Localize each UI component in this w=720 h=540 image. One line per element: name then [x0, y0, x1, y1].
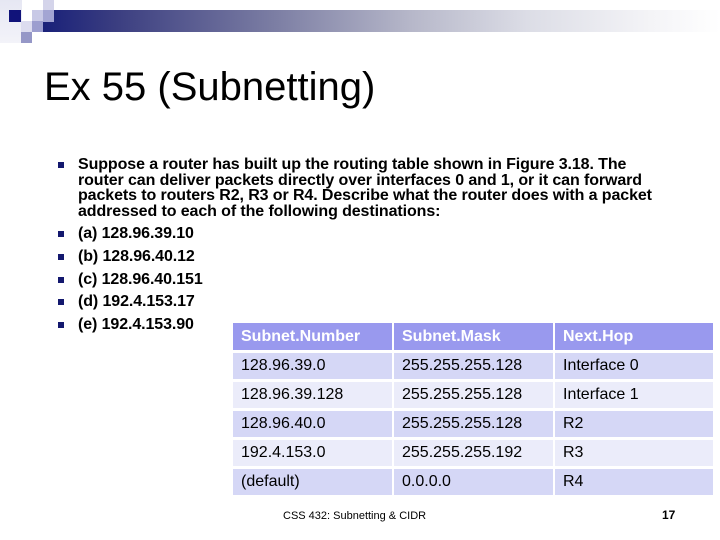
cell-subnet-number: 128.96.39.0: [233, 353, 392, 379]
decorative-square: [9, 10, 21, 22]
cell-subnet-number: (default): [233, 469, 392, 495]
square-bullet-icon: [58, 276, 64, 283]
bullet-item: (c) 128.96.40.151: [57, 270, 657, 288]
header-gradient-band: [32, 10, 720, 32]
square-bullet-icon: [58, 231, 64, 238]
routing-table: Subnet.Number Subnet.Mask Next.Hop 128.9…: [231, 320, 715, 498]
cell-subnet-mask: 0.0.0.0: [394, 469, 553, 495]
decorative-square: [21, 32, 32, 43]
bullet-text: (e) 192.4.153.90: [78, 315, 194, 333]
column-header-subnet-number: Subnet.Number: [233, 323, 392, 350]
bullet-text: (b) 128.96.40.12: [78, 247, 195, 265]
bullet-item: (d) 192.4.153.17: [57, 294, 657, 310]
cell-subnet-mask: 255.255.255.128: [394, 353, 553, 379]
bullet-item: Suppose a router has built up the routin…: [57, 157, 658, 219]
square-bullet-icon: [58, 253, 64, 260]
column-header-subnet-mask: Subnet.Mask: [394, 323, 553, 350]
cell-subnet-mask: 255.255.255.128: [394, 382, 553, 408]
cell-next-hop: Interface 1: [555, 382, 713, 408]
cell-next-hop: R3: [555, 440, 713, 466]
table-row: 192.4.153.0 255.255.255.192 R3: [233, 440, 713, 466]
decorative-square: [43, 10, 54, 22]
slide-title: Ex 55 (Subnetting): [44, 65, 376, 109]
bullet-text: (a) 128.96.39.10: [78, 225, 194, 243]
page-number: 17: [662, 508, 676, 522]
cell-subnet-mask: 255.255.255.192: [394, 440, 553, 466]
decorative-square: [43, 0, 54, 10]
bullet-text: Suppose a router has built up the routin…: [78, 156, 652, 220]
square-bullet-icon: [58, 162, 64, 168]
cell-next-hop: Interface 0: [555, 353, 713, 379]
square-bullet-icon: [58, 299, 64, 306]
bullet-text: (d) 192.4.153.17: [78, 293, 195, 311]
cell-next-hop: R4: [555, 469, 713, 495]
cell-subnet-mask: 255.255.255.128: [394, 411, 553, 437]
cell-subnet-number: 128.96.39.128: [233, 382, 392, 408]
slide-footer: CSS 432: Subnetting & CIDR: [283, 510, 427, 522]
table-header-row: Subnet.Number Subnet.Mask Next.Hop: [233, 323, 713, 350]
bullet-text: (c) 128.96.40.151: [78, 270, 203, 288]
bullet-item: (a) 128.96.39.10: [57, 226, 657, 242]
decorative-square: [32, 10, 43, 21]
square-bullet-icon: [58, 321, 64, 328]
decorative-square: [32, 21, 43, 32]
bullet-list: Suppose a router has built up the routin…: [57, 157, 657, 339]
column-header-next-hop: Next.Hop: [555, 323, 713, 350]
table-row: (default) 0.0.0.0 R4: [233, 469, 713, 495]
table-row: 128.96.40.0 255.255.255.128 R2: [233, 411, 713, 437]
cell-subnet-number: 192.4.153.0: [233, 440, 392, 466]
cell-subnet-number: 128.96.40.0: [233, 411, 392, 437]
bullet-item: (b) 128.96.40.12: [57, 247, 657, 265]
table-row: 128.96.39.0 255.255.255.128 Interface 0: [233, 353, 713, 379]
cell-next-hop: R2: [555, 411, 713, 437]
table-row: 128.96.39.128 255.255.255.128 Interface …: [233, 382, 713, 408]
